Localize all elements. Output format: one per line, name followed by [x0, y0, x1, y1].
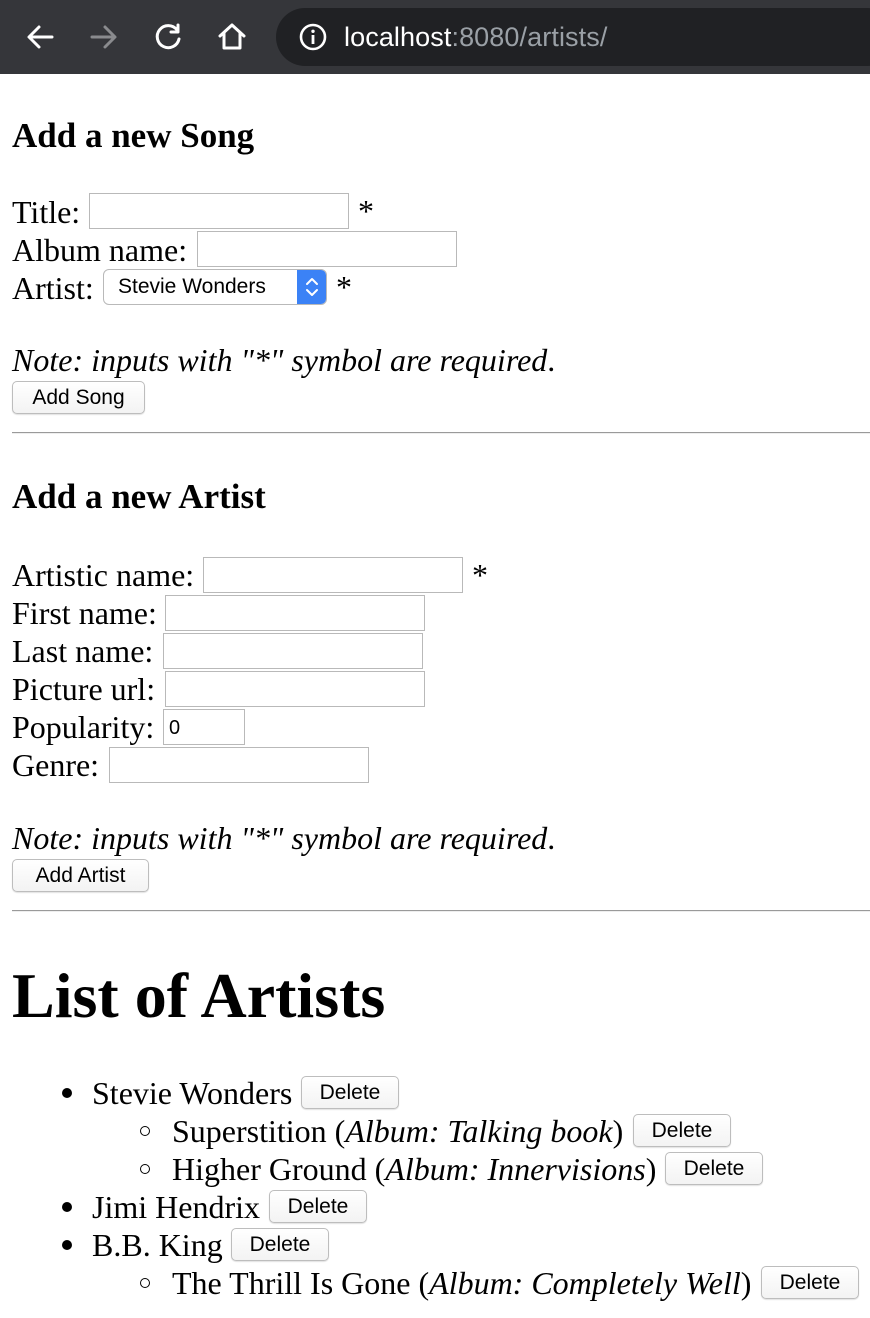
add-song-heading: Add a new Song	[12, 116, 255, 155]
artist-label: Artist:	[12, 270, 94, 306]
address-bar[interactable]: localhost:8080/artists/	[276, 8, 870, 66]
home-icon	[218, 23, 246, 50]
reload-button[interactable]	[148, 17, 188, 57]
album-name: Completely Well	[531, 1265, 741, 1301]
popularity-label: Popularity:	[12, 709, 155, 745]
delete-song-button[interactable]: Delete	[665, 1152, 763, 1185]
song-title-input[interactable]	[89, 193, 349, 229]
first-name-label: First name:	[12, 595, 157, 631]
delete-song-button[interactable]: Delete	[761, 1266, 859, 1299]
genre-input[interactable]	[109, 747, 369, 783]
url-text: localhost:8080/artists/	[344, 22, 607, 53]
artists-list-heading: List of Artists	[12, 960, 386, 1031]
genre-label: Genre:	[12, 747, 100, 783]
list-bullet	[140, 1126, 150, 1136]
popularity-input[interactable]	[163, 709, 245, 745]
list-bullet	[62, 1240, 72, 1250]
note-text: Note: inputs with "*" symbol are require…	[12, 820, 548, 856]
back-arrow-icon	[27, 25, 54, 49]
back-button[interactable]	[20, 17, 60, 57]
list-bullet	[140, 1164, 150, 1174]
browser-toolbar: localhost:8080/artists/	[0, 0, 870, 74]
song-item: Superstition (Album: Talking book)	[172, 1113, 624, 1149]
album-prefix: Album:	[429, 1265, 532, 1301]
forward-arrow-icon	[90, 25, 117, 49]
artist-select[interactable]: Stevie Wonders	[103, 269, 327, 305]
add-artist-button[interactable]: Add Artist	[12, 859, 149, 892]
list-bullet	[62, 1202, 72, 1212]
forward-button[interactable]	[84, 17, 124, 57]
last-name-label: Last name:	[12, 633, 154, 669]
artistic-name-input[interactable]	[203, 557, 463, 593]
artist-select-value: Stevie Wonders	[118, 275, 266, 298]
artistic-name-label: Artistic name:	[12, 557, 195, 593]
select-arrows-icon	[297, 270, 326, 304]
artist-form-note: Note: inputs with "*" symbol are require…	[12, 822, 555, 854]
note-period: .	[547, 820, 556, 856]
picture-url-input[interactable]	[165, 671, 425, 707]
required-mark: *	[358, 193, 374, 229]
artist-name: Stevie Wonders	[92, 1075, 293, 1111]
divider	[12, 432, 870, 434]
album-name: Innervisions	[487, 1151, 646, 1187]
delete-song-button[interactable]: Delete	[633, 1114, 731, 1147]
album-prefix: Album:	[345, 1113, 448, 1149]
url-path: :8080/artists/	[451, 21, 608, 52]
home-button[interactable]	[212, 17, 252, 57]
last-name-input[interactable]	[163, 633, 423, 669]
song-form-note: Note: inputs with "*" symbol are require…	[12, 344, 555, 376]
song-item: Higher Ground (Album: Innervisions)	[172, 1151, 657, 1187]
album-name-label: Album name:	[12, 232, 188, 268]
delete-artist-button[interactable]: Delete	[301, 1076, 399, 1109]
reload-icon	[155, 23, 181, 50]
note-period: .	[547, 342, 556, 378]
note-text: Note: inputs with "*" symbol are require…	[12, 342, 548, 378]
song-title: The Thrill Is Gone	[172, 1265, 411, 1301]
album-prefix: Album:	[385, 1151, 488, 1187]
url-host: localhost	[344, 21, 452, 52]
picture-url-label: Picture url:	[12, 671, 156, 707]
delete-artist-button[interactable]: Delete	[269, 1190, 367, 1223]
song-title: Superstition	[172, 1113, 327, 1149]
required-mark: *	[472, 557, 488, 593]
page-content: Add a new Song Title: * Album name: Arti…	[0, 74, 870, 1318]
site-info-icon[interactable]	[298, 22, 328, 52]
song-item: The Thrill Is Gone (Album: Completely We…	[172, 1265, 752, 1301]
required-mark: *	[336, 269, 352, 305]
list-bullet	[140, 1278, 150, 1288]
first-name-input[interactable]	[165, 595, 425, 631]
add-artist-heading: Add a new Artist	[12, 477, 266, 516]
album-name: Talking book	[447, 1113, 613, 1149]
delete-artist-button[interactable]: Delete	[231, 1228, 329, 1261]
divider	[12, 910, 870, 912]
artist-name: B.B. King	[92, 1227, 223, 1263]
album-name-input[interactable]	[197, 231, 457, 267]
song-title-label: Title:	[12, 194, 81, 230]
artist-name: Jimi Hendrix	[92, 1189, 260, 1225]
add-song-button[interactable]: Add Song	[12, 381, 145, 414]
song-title: Higher Ground	[172, 1151, 367, 1187]
list-bullet	[62, 1088, 72, 1098]
